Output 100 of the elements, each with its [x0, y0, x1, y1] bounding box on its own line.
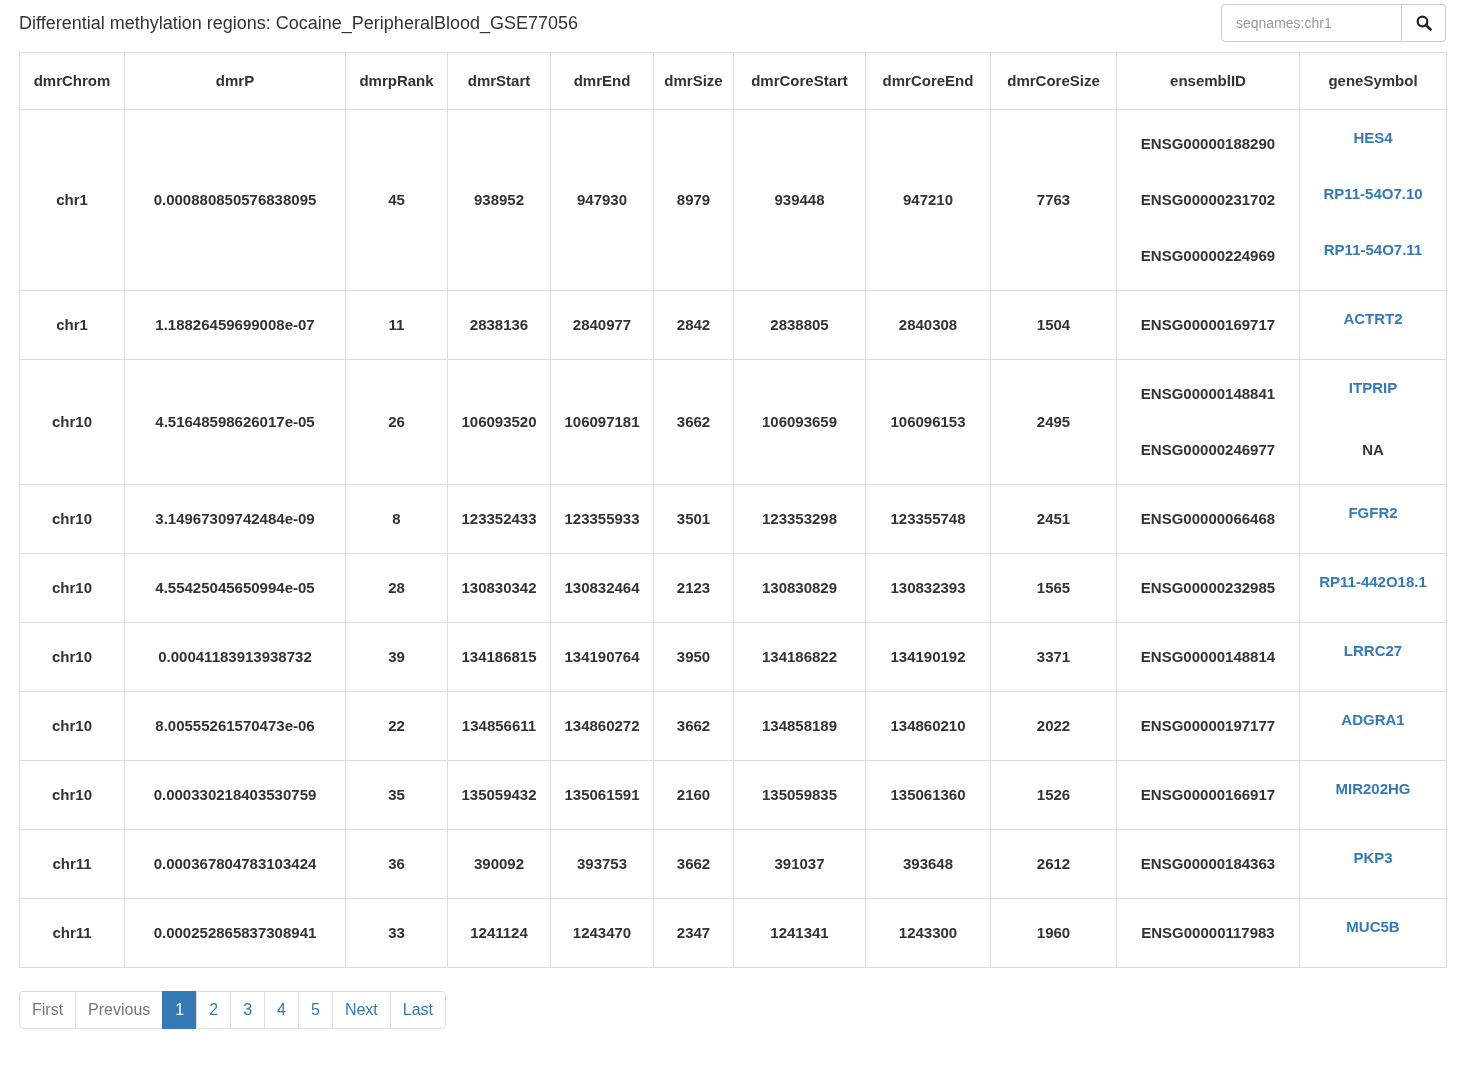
table-cell: 135061360 — [865, 760, 991, 830]
page-link[interactable]: 1 — [162, 991, 198, 1029]
column-header[interactable]: ensemblID — [1116, 52, 1300, 110]
table-cell: 22 — [345, 691, 448, 761]
column-header[interactable]: dmrCoreSize — [990, 52, 1117, 110]
gene-link[interactable]: PKP3 — [1353, 846, 1393, 870]
table-cell: 135059835 — [733, 760, 866, 830]
table-cell: 134190764 — [550, 622, 654, 692]
table-cell: 390092 — [447, 829, 551, 899]
table-cell: 0.000880850576838095 — [124, 109, 346, 291]
page-link[interactable]: 5 — [298, 991, 333, 1029]
gene-link[interactable]: HES4 — [1353, 126, 1393, 150]
ensembl-id: ENSG00000169717 — [1140, 314, 1276, 335]
table-cell: 134860210 — [865, 691, 991, 761]
ensembl-id: ENSG00000197177 — [1140, 715, 1276, 736]
gene-link[interactable]: MUC5B — [1346, 915, 1400, 939]
search-icon — [1415, 15, 1432, 31]
gene-link[interactable]: RP11-54O7.11 — [1323, 238, 1423, 262]
table-cell: chr1 — [19, 109, 125, 291]
table-cell: 8 — [345, 484, 448, 554]
table-cell: chr10 — [19, 760, 125, 830]
table-cell: 2160 — [653, 760, 734, 830]
ensembl-id: ENSG00000166917 — [1140, 784, 1276, 805]
page-title: Differential methylation regions: Cocaine_PeripheralBlood_GSE77056 — [19, 11, 578, 36]
page-link[interactable]: Next — [331, 991, 391, 1029]
column-header[interactable]: dmrpRank — [345, 52, 448, 110]
page-link[interactable]: Last — [389, 991, 447, 1029]
table-cell: 3950 — [653, 622, 734, 692]
table-cell: 35 — [345, 760, 448, 830]
table-cell: chr11 — [19, 829, 125, 899]
gene-link[interactable]: RP11-54O7.10 — [1323, 182, 1423, 206]
table-cell: 134856611 — [447, 691, 551, 761]
table-cell: 4.51648598626017e-05 — [124, 359, 346, 485]
table-cell: 123353298 — [733, 484, 866, 554]
search-button[interactable] — [1402, 4, 1446, 42]
table-cell: 0.000330218403530759 — [124, 760, 346, 830]
column-header[interactable]: dmrCoreEnd — [865, 52, 991, 110]
table-cell: chr10 — [19, 484, 125, 554]
column-header[interactable]: dmrCoreStart — [733, 52, 866, 110]
table-cell: 134186822 — [733, 622, 866, 692]
table-cell: 2842 — [653, 290, 734, 360]
table-cell: 130832464 — [550, 553, 654, 623]
gene-link[interactable]: ADGRA1 — [1341, 708, 1405, 732]
gene-link[interactable]: ACTRT2 — [1343, 307, 1403, 331]
table-cell: 393753 — [550, 829, 654, 899]
gene-symbol: NA — [1362, 439, 1384, 460]
gene-link[interactable]: LRRC27 — [1343, 639, 1403, 663]
column-header[interactable]: dmrChrom — [19, 52, 125, 110]
table-cell: 0.000252865837308941 — [124, 898, 346, 968]
page-link[interactable]: 4 — [264, 991, 299, 1029]
gene-link[interactable]: MIR202HG — [1335, 777, 1411, 801]
table-cell: 1243300 — [865, 898, 991, 968]
table-cell: 391037 — [733, 829, 866, 899]
table-cell: 135059432 — [447, 760, 551, 830]
table-cell: 39 — [345, 622, 448, 692]
table-cell: 0.00041183913938732 — [124, 622, 346, 692]
table-cell: 134860272 — [550, 691, 654, 761]
table-cell: 3.14967309742484e-09 — [124, 484, 346, 554]
column-header[interactable]: dmrP — [124, 52, 346, 110]
table-cell: 36 — [345, 829, 448, 899]
table-cell: 1241124 — [447, 898, 551, 968]
ensembl-id: ENSG00000148841 — [1140, 383, 1276, 404]
ensembl-id: ENSG00000066468 — [1140, 508, 1276, 529]
table-cell: 130832393 — [865, 553, 991, 623]
table-cell: 0.000367804783103424 — [124, 829, 346, 899]
table-cell: 8.00555261570473e-06 — [124, 691, 346, 761]
gene-link[interactable]: FGFR2 — [1348, 501, 1398, 525]
page-link[interactable]: 3 — [230, 991, 266, 1029]
table-cell: 938952 — [447, 109, 551, 291]
gene-link[interactable]: ITPRIP — [1348, 376, 1398, 400]
table-cell: 939448 — [733, 109, 866, 291]
column-header[interactable]: dmrStart — [447, 52, 551, 110]
table-cell: 45 — [345, 109, 448, 291]
table-cell: 134190192 — [865, 622, 991, 692]
column-header[interactable]: dmrSize — [653, 52, 734, 110]
table-cell: 2022 — [990, 691, 1117, 761]
table-cell: 1504 — [990, 290, 1117, 360]
table-cell: 3662 — [653, 829, 734, 899]
search-field[interactable]: seqnames:chr1 — [1221, 4, 1402, 42]
table-cell: 11 — [345, 290, 448, 360]
column-header[interactable]: dmrEnd — [550, 52, 654, 110]
table-cell: chr11 — [19, 898, 125, 968]
table-cell: 123355933 — [550, 484, 654, 554]
table-cell: 2123 — [653, 553, 734, 623]
table-cell: 1565 — [990, 553, 1117, 623]
table-cell: 2347 — [653, 898, 734, 968]
ensembl-id: ENSG00000188290 — [1140, 133, 1276, 154]
column-header[interactable]: geneSymbol — [1299, 52, 1447, 110]
table-cell: 106096153 — [865, 359, 991, 485]
table-cell: 2451 — [990, 484, 1117, 554]
table-cell: chr10 — [19, 359, 125, 485]
table-cell: 393648 — [865, 829, 991, 899]
table-cell: 947930 — [550, 109, 654, 291]
table-cell: 130830342 — [447, 553, 551, 623]
table-cell: 2612 — [990, 829, 1117, 899]
table-cell: 26 — [345, 359, 448, 485]
table-cell: 4.55425045650994e-05 — [124, 553, 346, 623]
ensembl-id: ENSG00000224969 — [1140, 245, 1276, 266]
table-cell: 33 — [345, 898, 448, 968]
page-link[interactable]: 2 — [196, 991, 232, 1029]
